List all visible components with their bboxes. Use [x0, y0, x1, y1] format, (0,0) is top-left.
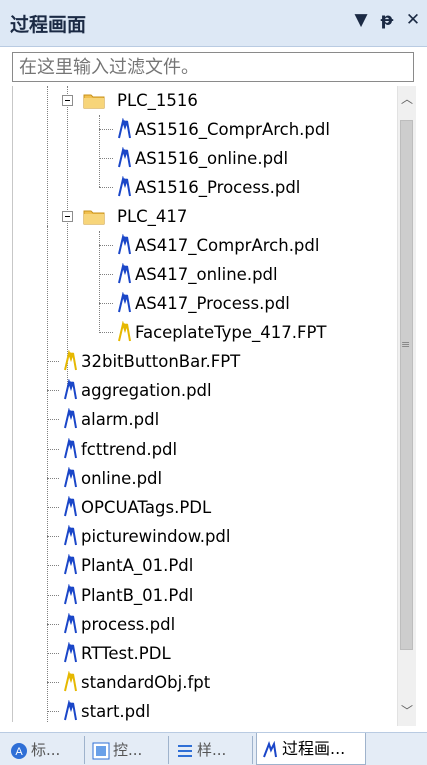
tree-line [47, 390, 59, 392]
tree-line [47, 507, 59, 508]
file-label: AS1516_ComprArch.pdl [135, 120, 330, 139]
picture-file-icon [64, 408, 77, 429]
tree-line [99, 245, 113, 246]
file-label: process.pdl [81, 614, 176, 634]
tree-line [99, 187, 113, 188]
picture-file-icon [64, 379, 77, 400]
file-label: PlantB_01.Pdl [81, 585, 194, 605]
file-label: PlantA_01.Pdl [81, 556, 194, 576]
picture-file-icon [64, 642, 77, 663]
tree-line [47, 361, 59, 362]
picture-file-icon [118, 118, 131, 139]
tab-process-pictures[interactable]: 过程画... [256, 733, 366, 765]
tree-line [47, 419, 59, 421]
picture-tree: PLC_1516 PLC_417 AS1516_ComprArch.pdl AS1… [12, 86, 398, 722]
control-icon [92, 742, 110, 759]
tab-label: 标... [31, 741, 61, 759]
file-label: aggregation.pdl [81, 381, 212, 401]
picture-file-icon [64, 466, 77, 488]
tree-line [47, 682, 59, 684]
collapse-toggle[interactable] [62, 95, 73, 106]
file-label: standardObj.fpt [81, 673, 211, 693]
tree-line [47, 226, 48, 722]
tab-label: 控... [113, 741, 143, 759]
scroll-up-icon[interactable]: ︿ [398, 88, 416, 110]
picture-file-icon [118, 147, 131, 168]
faceplate-file-icon [64, 350, 77, 371]
tab-label: 样... [197, 741, 227, 759]
svg-text:A: A [15, 746, 23, 758]
file-label: AS1516_Process.pdl [135, 178, 301, 197]
triangle-down-icon[interactable]: ▼ [353, 10, 369, 30]
panel-controls: ▼ ᵽ ✕ [353, 10, 421, 30]
tree-line [99, 332, 113, 333]
picture-file-icon [118, 234, 131, 255]
faceplate-file-icon [118, 321, 131, 342]
tab-styles[interactable]: 样... [172, 736, 253, 764]
picture-file-icon [118, 292, 131, 313]
pin-icon[interactable]: ᵽ [379, 10, 395, 30]
file-label: RTTest.PDL [81, 644, 171, 663]
tree-line [99, 274, 113, 275]
panel-tabs: A 标... 控... 样... 过程画... [0, 732, 427, 765]
tree-line [47, 594, 59, 596]
picture-file-icon [64, 525, 77, 546]
file-label: AS417_ComprArch.pdl [135, 236, 320, 255]
folder-label: PLC_1516 [117, 91, 198, 110]
file-label: alarm.pdl [81, 410, 160, 430]
filter-input[interactable] [12, 52, 414, 82]
file-label: 32bitButtonBar.FPT [81, 352, 241, 371]
file-label: AS1516_online.pdl [135, 149, 289, 168]
picture-file-icon [64, 554, 77, 575]
grip-icon: ≡ [401, 338, 411, 351]
panel-title: 过程画面 [10, 14, 87, 36]
collapse-toggle[interactable] [62, 211, 73, 222]
tree-line [47, 86, 48, 226]
style-icon [178, 744, 192, 757]
tree-line [67, 86, 68, 386]
folder-label: PLC_417 [117, 207, 188, 226]
tree-line [47, 711, 59, 713]
file-label: start.pdl [81, 702, 151, 722]
faceplate-file-icon [64, 671, 77, 692]
picture-file-icon [64, 437, 77, 458]
tree-line [99, 115, 100, 187]
picture-file-icon [64, 700, 77, 721]
process-picture-icon [263, 740, 277, 757]
picture-file-icon [64, 496, 77, 517]
tab-label: 过程画... [282, 739, 346, 758]
picture-file-icon [64, 612, 77, 634]
file-label: AS417_online.pdl [135, 265, 278, 284]
close-icon[interactable]: ✕ [405, 10, 421, 30]
tree-line [47, 536, 59, 538]
tree-line [99, 303, 113, 304]
tree-line [47, 477, 59, 479]
tree-line [47, 565, 59, 567]
picture-file-icon [64, 583, 77, 604]
tab-tags[interactable]: A 标... [6, 736, 85, 764]
tree-line [47, 623, 59, 625]
file-label: FaceplateType_417.FPT [135, 323, 327, 342]
file-label: OPCUATags.PDL [81, 498, 212, 517]
file-label: fcttrend.pdl [81, 439, 178, 459]
file-label: online.pdl [81, 468, 163, 488]
picture-file-icon [118, 176, 131, 197]
tab-controls[interactable]: 控... [88, 736, 169, 764]
tree-line [99, 129, 113, 130]
vertical-scrollbar[interactable]: ︿ ≡ ﹀ [397, 86, 416, 726]
tree-line [47, 653, 59, 654]
scrollbar-thumb[interactable] [400, 120, 413, 650]
tree-line [99, 158, 113, 159]
file-label: AS417_Process.pdl [135, 294, 290, 313]
folder-icon [83, 94, 105, 109]
tree-line [47, 448, 59, 450]
tree-line [99, 231, 100, 333]
scroll-down-icon[interactable]: ﹀ [398, 700, 416, 722]
folder-icon [83, 210, 105, 225]
tag-icon: A [11, 742, 27, 759]
file-label: picturewindow.pdl [81, 527, 231, 547]
panel-titlebar: 过程画面 ▼ ᵽ ✕ [0, 0, 427, 47]
picture-file-icon [118, 263, 131, 284]
